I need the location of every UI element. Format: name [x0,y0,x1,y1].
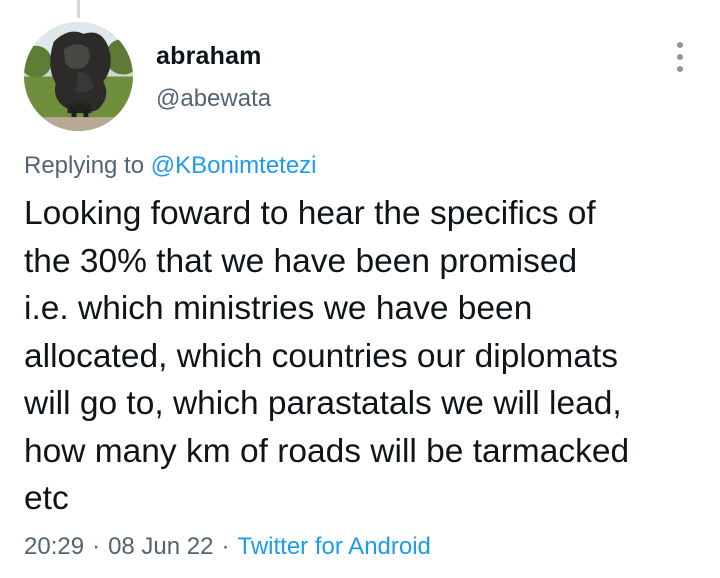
avatar-image [24,22,133,131]
more-dot [677,66,683,72]
tweet-source-link[interactable]: Twitter for Android [237,533,430,560]
meta-separator: · [221,533,230,560]
thread-connector-line [77,0,80,18]
more-dot [677,54,683,60]
more-vertical-icon[interactable] [666,40,694,74]
avatar[interactable] [24,22,133,131]
replying-to-label: Replying to [24,152,145,179]
reply-mention-link[interactable]: @KBonimtetezi [151,152,317,179]
tweet-meta: 20:29 · 08 Jun 22 · Twitter for Android [24,533,431,561]
tweet-time[interactable]: 20:29 [24,533,84,560]
tweet-date[interactable]: 08 Jun 22 [108,533,213,560]
author-display-name[interactable]: abraham [156,42,262,71]
author-handle[interactable]: @abewata [156,85,271,113]
more-dot [677,42,683,48]
meta-separator: · [92,533,101,560]
replying-to-line: Replying to @KBonimtetezi [24,152,317,180]
tweet-text: Looking foward to hear the specifics of … [24,195,630,517]
